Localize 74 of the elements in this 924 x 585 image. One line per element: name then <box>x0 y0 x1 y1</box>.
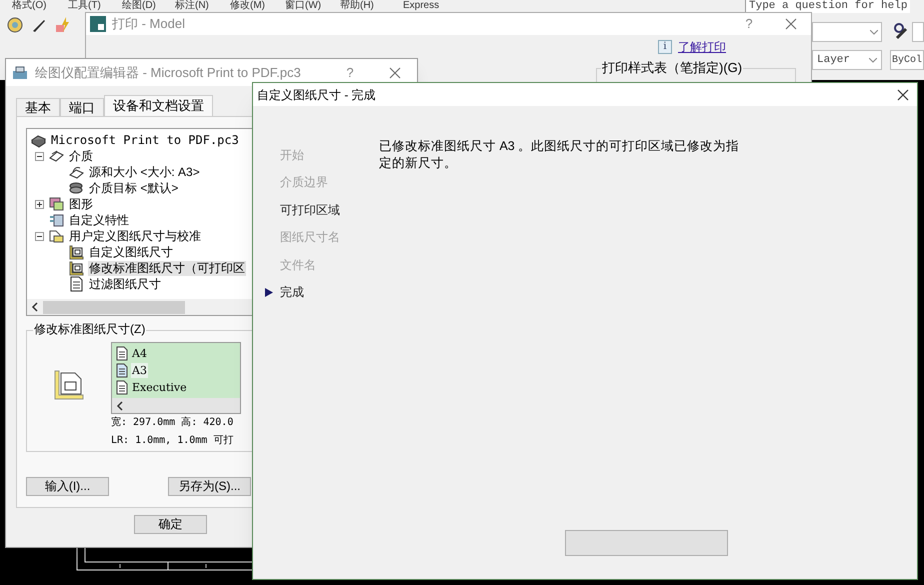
document-icon <box>68 276 85 292</box>
disc-icon[interactable] <box>6 16 24 34</box>
list-item[interactable]: A4 <box>131 346 148 361</box>
tree-item[interactable]: 自定义特性 <box>68 212 130 228</box>
tree-item[interactable]: 自定义图纸尺寸 <box>88 244 174 260</box>
text-field[interactable] <box>912 22 924 42</box>
disc-stack-icon <box>68 180 85 196</box>
menu-item[interactable]: Express <box>403 0 440 11</box>
document-icon <box>116 363 128 378</box>
tree-item[interactable]: 修改标准图纸尺寸（可打印区 <box>88 260 246 276</box>
tree-item[interactable]: 过滤图纸尺寸 <box>88 276 162 292</box>
layer-dropdown[interactable]: Layer <box>812 50 882 70</box>
collapse-icon[interactable] <box>35 232 44 240</box>
graphics-icon <box>48 196 65 212</box>
dialog-button[interactable]: 输入(I)... <box>26 477 109 496</box>
list-item[interactable]: A3 <box>131 363 148 378</box>
wizard-step: 可打印区域 <box>280 200 340 219</box>
scroll-left-icon[interactable] <box>31 302 39 312</box>
tab[interactable]: 设备和文档设置 <box>104 95 213 116</box>
tree-item[interactable]: 介质目标 <默认> <box>88 180 180 196</box>
person-pencil-icon[interactable] <box>891 22 909 40</box>
paper-dimensions: 宽: 297.0mm 高: 420.0 <box>111 416 234 430</box>
info-badge: i <box>658 40 672 54</box>
wizard-step: 文件名 <box>280 256 316 274</box>
help-button[interactable]: ? <box>739 14 759 34</box>
collapse-icon[interactable] <box>35 152 44 160</box>
tree-item[interactable]: 图形 <box>68 196 94 212</box>
document-icon <box>116 380 128 395</box>
tree-item[interactable]: 用户定义图纸尺寸与校准 <box>68 228 202 244</box>
close-icon[interactable] <box>785 18 797 30</box>
window-title: 打印 - Model <box>112 15 185 34</box>
help-search-field[interactable]: Type a question for help <box>745 0 910 13</box>
scroll-left-icon[interactable] <box>116 400 124 410</box>
ok-button[interactable]: 确定 <box>134 515 207 534</box>
wizard-step: 介质边界 <box>280 173 328 192</box>
wizard-step: 开始 <box>280 146 304 164</box>
group-label: 打印样式表（笔指定)(G) <box>601 60 744 76</box>
help-button[interactable]: ? <box>342 62 358 82</box>
tree-item[interactable]: 介质 <box>68 148 94 164</box>
close-icon[interactable] <box>389 66 401 78</box>
tab[interactable]: 端口 <box>60 98 104 116</box>
scrollbar-thumb[interactable] <box>43 300 185 314</box>
paper-tray-icon <box>68 164 85 180</box>
paper-margins: LR: 1.0mm, 1.0mm 可打 <box>111 434 234 448</box>
wizard-step: 图纸尺寸名 <box>280 228 340 246</box>
completion-message: 已修改标准图纸尺寸 A3 。此图纸尺寸的可打印区域已修改为指定的新尺寸。 <box>379 138 740 172</box>
paper-ruler-icon <box>53 369 85 401</box>
tab[interactable]: 基本 <box>16 98 60 116</box>
caret-icon <box>870 30 878 34</box>
menu-item[interactable]: 格式(O) <box>12 0 46 11</box>
menu-item[interactable]: 帮助(H) <box>340 0 374 11</box>
window-title: 自定义图纸尺寸 - 完成 <box>257 86 376 104</box>
caret-icon <box>869 58 877 62</box>
wizard-step: 完成 <box>280 283 304 302</box>
document-icon <box>116 346 128 361</box>
horizontal-scrollbar[interactable] <box>27 299 252 315</box>
menu-item[interactable]: 绘图(D) <box>122 0 156 11</box>
paper-sheet-icon <box>48 148 65 164</box>
color-dropdown[interactable]: ByCol <box>890 50 924 70</box>
tree-item[interactable]: Microsoft Print to PDF.pc3 <box>50 132 240 148</box>
group-label: 修改标准图纸尺寸(Z) <box>33 321 146 337</box>
app-icon <box>90 16 106 32</box>
dialog-button[interactable]: 另存为(S)... <box>168 477 251 496</box>
properties-icon <box>48 212 65 228</box>
menu-item[interactable]: 修改(M) <box>230 0 265 11</box>
menu-item[interactable]: 工具(T) <box>68 0 101 11</box>
help-link[interactable]: 了解打印 <box>678 38 726 56</box>
tree-item[interactable]: 源和大小 <大小: A3> <box>88 164 201 180</box>
plotter-icon <box>12 64 30 80</box>
close-icon[interactable] <box>897 88 909 100</box>
expand-icon[interactable] <box>35 200 44 208</box>
list-item[interactable]: Executive <box>131 380 188 395</box>
window-title: 绘图仪配置编辑器 - Microsoft Print to PDF.pc3 <box>35 64 301 82</box>
horizontal-scrollbar[interactable] <box>112 398 240 413</box>
